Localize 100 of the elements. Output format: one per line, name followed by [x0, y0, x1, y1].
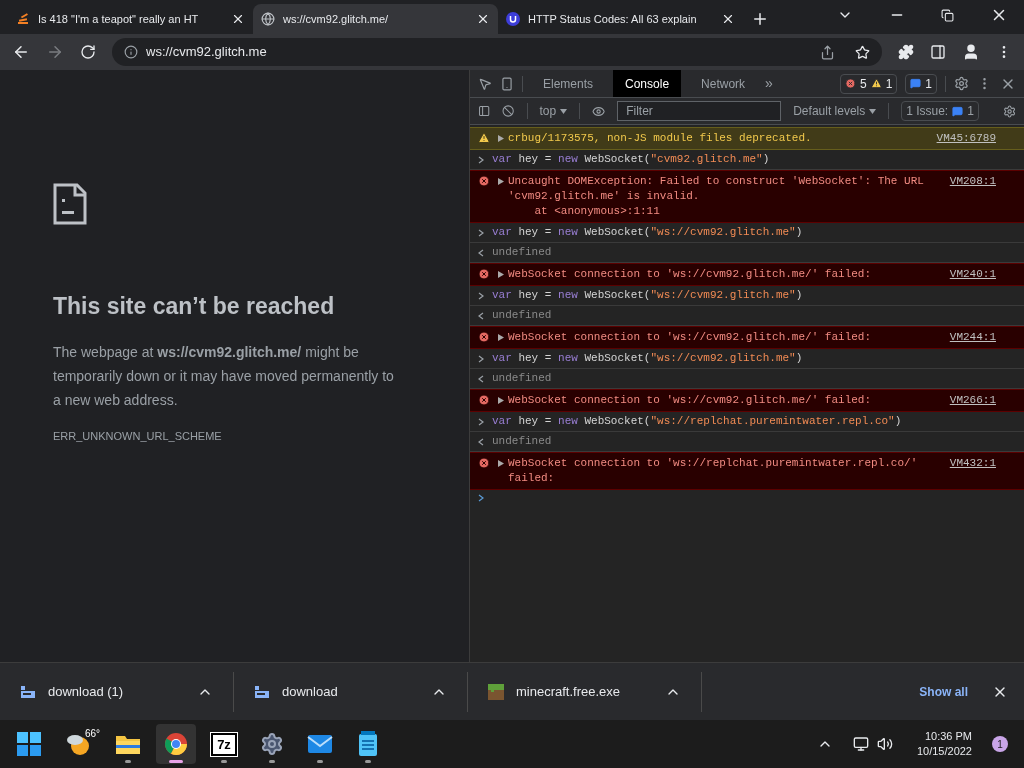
- profile-icon[interactable]: [962, 43, 980, 61]
- error-message: WebSocket connection to 'ws://cvm92.glitch.me/' failed:: [508, 267, 873, 282]
- reload-icon[interactable]: [80, 44, 96, 60]
- settings-icon: [260, 732, 284, 756]
- side-panel-icon[interactable]: [930, 44, 946, 60]
- windows-start-icon[interactable]: [16, 731, 42, 757]
- console-output-value: undefined: [492, 371, 552, 386]
- back-icon[interactable]: [12, 43, 30, 61]
- warning-icon: [870, 78, 882, 89]
- issue-counters[interactable]: 5 1: [839, 73, 898, 94]
- extensions-icon[interactable]: [898, 44, 914, 60]
- archive-app-icon: 7z: [211, 732, 237, 756]
- taskbar-app[interactable]: 7z: [204, 724, 244, 764]
- taskbar-app[interactable]: [156, 724, 196, 764]
- filter-field[interactable]: Filter: [617, 101, 782, 121]
- source-link[interactable]: VM244:1: [949, 330, 996, 345]
- message-icon: [910, 78, 922, 89]
- file-icon: [20, 684, 36, 699]
- notification-count[interactable]: 1: [992, 736, 1008, 752]
- browser-tab[interactable]: Is 418 "I'm a teapot" really an HT: [8, 4, 253, 34]
- show-all-link[interactable]: Show all: [919, 682, 968, 701]
- error-message: WebSocket connection to 'ws://cvm92.glitch.me/' failed:: [508, 330, 873, 345]
- expand-arrow-icon[interactable]: [498, 460, 504, 467]
- console-prompt-icon[interactable]: [478, 494, 484, 502]
- source-link[interactable]: VM266:1: [949, 393, 996, 408]
- bookmark-star-icon[interactable]: [855, 44, 870, 60]
- error-icon: [478, 175, 490, 187]
- console-input-code: var hey = new WebSocket("cvm92.glitch.me"): [492, 152, 770, 167]
- settings-icon[interactable]: [954, 76, 969, 91]
- console-input-code: var hey = new WebSocket("ws://cvm92.glitch.me"): [492, 288, 803, 303]
- forward-icon[interactable]: [46, 43, 64, 61]
- source-link[interactable]: VM432:1: [949, 456, 996, 471]
- error-icon: [478, 268, 490, 280]
- browser-tab[interactable]: ws://cvm92.glitch.me/: [253, 4, 498, 34]
- restore-icon[interactable]: [941, 8, 954, 22]
- issues-count: 1: [967, 103, 974, 120]
- more-tabs-icon[interactable]: »: [765, 73, 773, 94]
- error-icon: [844, 78, 856, 89]
- messages-counter[interactable]: 1: [905, 73, 937, 94]
- devtools-tab[interactable]: Console: [613, 70, 682, 97]
- clock[interactable]: 10:36 PM 10/15/2022: [916, 729, 972, 759]
- inspect-icon[interactable]: [478, 76, 492, 91]
- source-link[interactable]: VM45:6789: [936, 131, 996, 146]
- circle-logo-icon: [506, 12, 520, 26]
- sad-page-icon: [53, 183, 87, 225]
- context-dropdown[interactable]: top: [539, 102, 568, 120]
- download-item[interactable]: download (1): [0, 671, 234, 712]
- console-input-code: var hey = new WebSocket("ws://cvm92.glitch.me"): [492, 225, 803, 240]
- weather-widget[interactable]: 66°: [58, 724, 100, 764]
- device-toolbar-icon[interactable]: [500, 76, 514, 91]
- source-link[interactable]: VM208:1: [949, 174, 996, 189]
- notepad-icon: [358, 731, 378, 757]
- expand-arrow-icon[interactable]: [498, 135, 504, 142]
- warning-message: crbug/1173575, non-JS module files deprecated.: [508, 131, 813, 146]
- close-icon[interactable]: [231, 12, 245, 26]
- devtools-tab[interactable]: Elements: [531, 70, 606, 97]
- expand-arrow-icon[interactable]: [498, 271, 504, 278]
- issues-label: 1 Issue:: [906, 103, 949, 120]
- source-link[interactable]: VM240:1: [949, 267, 996, 282]
- warning-count: 1: [885, 75, 893, 93]
- file-icon: [254, 684, 270, 699]
- volume-icon[interactable]: [876, 736, 893, 752]
- sidebar-toggle-icon[interactable]: [478, 104, 491, 118]
- grass-block-icon: [488, 683, 504, 700]
- warning-icon: [478, 132, 490, 144]
- temperature: 66°: [84, 727, 100, 741]
- expand-arrow-icon[interactable]: [498, 397, 504, 404]
- error-message: WebSocket connection to 'ws://cvm92.glitch.me/' failed:: [508, 393, 873, 408]
- close-icon[interactable]: [721, 12, 735, 26]
- input-prompt-icon: [478, 229, 484, 237]
- new-tab-icon[interactable]: [751, 10, 769, 28]
- network-icon[interactable]: [852, 736, 869, 752]
- console-input-code: var hey = new WebSocket("ws://cvm92.glitch.me"): [492, 351, 803, 366]
- console-output-value: undefined: [492, 434, 552, 449]
- share-icon[interactable]: [820, 44, 835, 60]
- console-input-code: var hey = new WebSocket("ws://replchat.puremintwater.repl.co"): [492, 414, 902, 429]
- clear-console-icon[interactable]: [502, 104, 515, 118]
- issues-button[interactable]: 1 Issue: 1: [901, 101, 979, 121]
- clock-date: 10/15/2022: [916, 744, 972, 759]
- info-icon[interactable]: [124, 45, 138, 59]
- error-icon: [478, 457, 490, 469]
- download-name: download: [282, 682, 339, 701]
- console-settings-icon[interactable]: [1002, 103, 1016, 119]
- close-icon[interactable]: [476, 12, 490, 26]
- error-description: The webpage at ws://cvm92.glitch.me/ might be temporarily down or it may have moved permanently to a new web address.: [53, 342, 395, 410]
- download-item[interactable]: download: [234, 671, 468, 712]
- caret-icon: [560, 108, 568, 114]
- download-item[interactable]: minecraft.free.exe: [468, 671, 702, 712]
- levels-dropdown[interactable]: Default levels: [793, 102, 877, 120]
- tab-title: Is 418 "I'm a teapot" really an HT: [38, 11, 200, 27]
- message-count: 1: [925, 75, 932, 93]
- error-icon: [478, 331, 490, 343]
- error-count: 5: [859, 75, 867, 93]
- expand-arrow-icon[interactable]: [498, 178, 504, 185]
- clock-time: 10:36 PM: [924, 729, 972, 744]
- expand-arrow-icon[interactable]: [498, 334, 504, 341]
- devtools-tab[interactable]: Network: [689, 70, 758, 97]
- browser-tab[interactable]: HTTP Status Codes: All 63 explain: [498, 4, 743, 34]
- input-prompt-icon: [478, 292, 484, 300]
- address-bar[interactable]: ws://cvm92.glitch.me: [112, 38, 882, 66]
